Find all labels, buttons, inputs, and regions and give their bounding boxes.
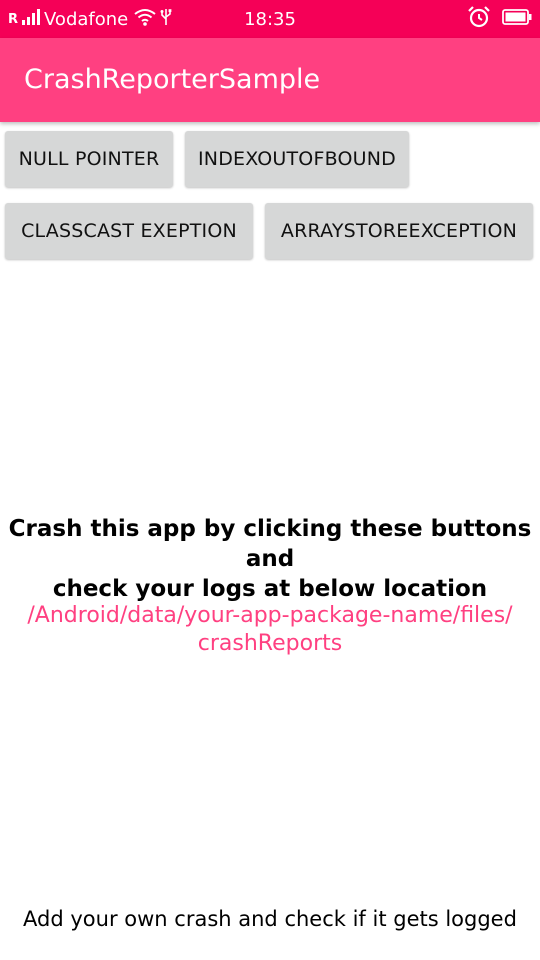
instruction-line-2: check your logs at below location (52, 576, 488, 602)
null-pointer-button[interactable]: NULL POINTER (5, 131, 173, 187)
alarm-icon (468, 6, 490, 32)
status-bar: R Vodafone 18:35 (0, 0, 540, 38)
app-bar: CrashReporterSample (0, 38, 540, 122)
log-path-text: /Android/data/your-app-package-name/file… (0, 602, 540, 658)
classcast-exception-button[interactable]: CLASSCAST EXEPTION (5, 203, 253, 259)
battery-icon (502, 9, 532, 29)
status-right (468, 0, 532, 38)
log-path-line-1: /Android/data/your-app-package-name/file… (27, 603, 513, 628)
instruction-line-1: Crash this app by clicking these buttons… (8, 516, 532, 572)
log-path-line-2: crashReports (197, 631, 343, 656)
footer-text: Add your own crash and check if it gets … (23, 907, 517, 931)
index-out-of-bound-button[interactable]: INDEXOUTOFBOUND (185, 131, 409, 187)
app-title: CrashReporterSample (24, 64, 321, 95)
array-store-exception-button[interactable]: ARRAYSTOREEXCEPTION (265, 203, 533, 259)
status-time: 18:35 (244, 9, 296, 30)
instruction-text: Crash this app by clicking these buttons… (0, 514, 540, 604)
